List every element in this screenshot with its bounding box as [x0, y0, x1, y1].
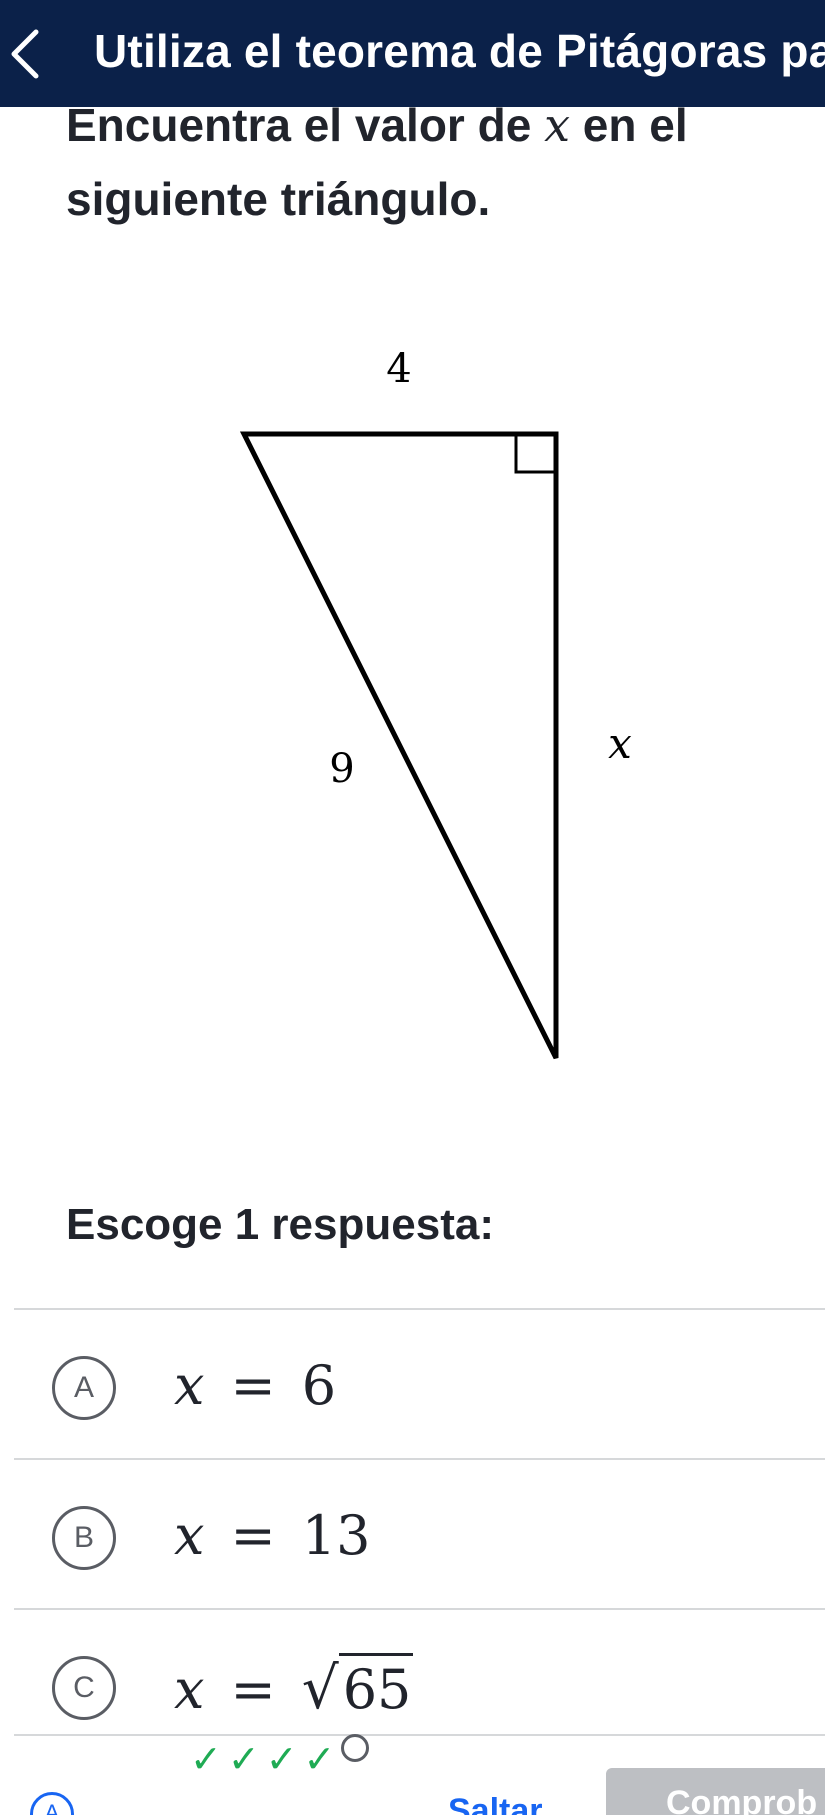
choice-b-equals: = — [230, 1504, 276, 1567]
check-answer-button[interactable]: Comprob — [606, 1768, 825, 1815]
choice-c-value: 65 — [338, 1653, 414, 1721]
square-root: √65 — [301, 1653, 414, 1722]
choice-letter-c: C — [52, 1656, 116, 1720]
chevron-left-icon — [11, 29, 39, 79]
bottom-bar: A ✓ ✓ ✓ ✓ Saltar Comprob — [0, 1730, 825, 1815]
choice-letter-b: B — [52, 1506, 116, 1570]
back-button[interactable] — [0, 0, 80, 107]
right-angle-marker — [514, 434, 556, 474]
question-text: Encuentra el valor de x en el siguiente … — [66, 88, 806, 236]
choice-c-equals: = — [230, 1658, 276, 1721]
hint-icon[interactable]: A — [30, 1792, 74, 1815]
choice-a-equals: = — [230, 1354, 276, 1417]
radical-sign: √ — [301, 1654, 339, 1722]
choice-c-math: x = √65 — [174, 1653, 414, 1722]
choice-b[interactable]: B x = 13 — [0, 1460, 825, 1608]
right-triangle-figure: 4 9 x — [239, 346, 632, 1060]
label-vertical-side: x — [608, 719, 632, 768]
triangle-outline — [239, 431, 559, 1060]
choice-a[interactable]: A x = 6 — [0, 1310, 825, 1458]
exercise-title: Utiliza el teorema de Pitágoras para d — [94, 25, 825, 77]
check-icon: ✓ — [190, 1739, 222, 1781]
choice-b-math: x = 13 — [174, 1504, 370, 1567]
label-hypotenuse: 9 — [329, 746, 354, 792]
choice-c-variable: x — [174, 1658, 205, 1721]
check-icon: ✓ — [227, 1739, 260, 1781]
choice-b-variable: x — [174, 1504, 205, 1567]
choice-a-variable: x — [174, 1354, 205, 1417]
label-top-side: 4 — [386, 346, 411, 392]
choice-a-value: 6 — [301, 1354, 337, 1417]
pending-circle-icon — [341, 1734, 370, 1762]
choice-a-math: x = 6 — [174, 1354, 336, 1417]
choice-letter-a: A — [52, 1356, 116, 1420]
check-icon: ✓ — [265, 1739, 298, 1781]
question-line2: siguiente triángulo. — [66, 173, 491, 225]
choice-b-value: 13 — [301, 1504, 371, 1567]
top-bar: Utiliza el teorema de Pitágoras para d — [0, 0, 825, 107]
progress-indicator: ✓ ✓ ✓ ✓ — [190, 1734, 370, 1782]
answer-prompt: Escoge 1 respuesta: — [66, 1200, 494, 1249]
check-icon: ✓ — [303, 1739, 336, 1781]
skip-button[interactable]: Saltar — [448, 1792, 543, 1815]
